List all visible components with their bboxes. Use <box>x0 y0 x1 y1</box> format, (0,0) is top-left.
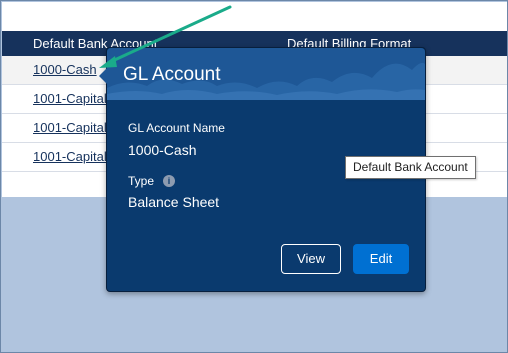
bank-account-link[interactable]: 1000-Cash <box>33 62 97 77</box>
screenshot-frame: Default Bank Account Default Billing For… <box>0 0 508 353</box>
gl-account-name-label: GL Account Name <box>128 121 225 135</box>
info-icon[interactable]: i <box>163 175 175 187</box>
edit-button[interactable]: Edit <box>353 244 409 274</box>
view-button[interactable]: View <box>281 244 341 274</box>
bank-account-link[interactable]: 1001-Capital <box>33 149 107 164</box>
popover-header: GL Account <box>107 48 425 100</box>
type-value: Balance Sheet <box>128 194 220 210</box>
bank-account-link[interactable]: 1001-Capital <box>33 91 107 106</box>
type-label: Type <box>128 174 155 188</box>
popover-title: GL Account <box>123 64 221 85</box>
bank-account-link[interactable]: 1001-Capital <box>33 120 107 135</box>
gl-account-name-value: 1000-Cash <box>128 142 197 158</box>
tooltip: Default Bank Account <box>345 156 476 179</box>
